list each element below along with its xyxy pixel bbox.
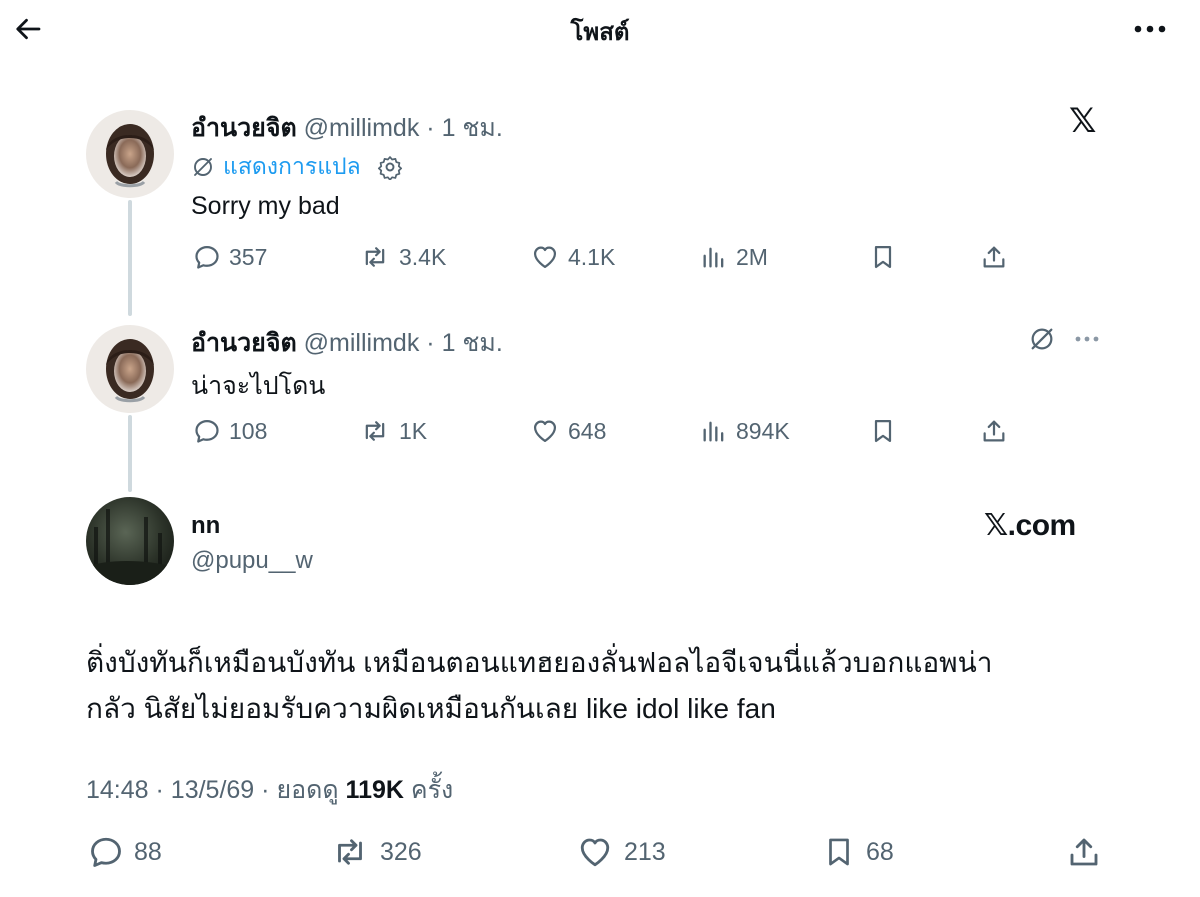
share-upload-icon (980, 417, 1008, 445)
x-logo-icon: 𝕏 (1069, 102, 1097, 140)
post-date[interactable]: 13/5/69 (171, 776, 254, 804)
display-name[interactable]: nn (191, 512, 220, 540)
repost-count: 326 (380, 837, 422, 866)
separator-dot: · (426, 329, 435, 357)
reply-bubble-icon (193, 417, 221, 445)
avatar[interactable] (86, 325, 174, 413)
user-handle[interactable]: @millimdk (304, 329, 420, 357)
reply-button[interactable]: 357 (193, 243, 267, 271)
like-count: 648 (568, 417, 607, 444)
views-bars-icon (700, 243, 728, 271)
x-com-logo: 𝕏.com (984, 509, 1076, 542)
reply-count: 108 (229, 417, 268, 444)
post-time[interactable]: 1 ชม. (442, 329, 503, 357)
reply-bubble-icon (88, 834, 124, 870)
thread-connector (128, 415, 132, 492)
heart-icon (530, 243, 560, 271)
share-upload-icon (980, 243, 1008, 271)
display-name[interactable]: อำนวยจิต (191, 114, 297, 142)
share-button[interactable] (980, 243, 1008, 271)
views-button[interactable]: 2M (700, 243, 768, 271)
reply-count: 88 (134, 837, 162, 866)
like-count: 4.1K (568, 243, 616, 270)
like-button[interactable]: 648 (530, 417, 606, 445)
avatar[interactable] (86, 110, 174, 198)
display-name[interactable]: อำนวยจิต (191, 329, 297, 357)
heart-icon (576, 834, 614, 870)
translate-label[interactable]: แสดงการแปล (223, 149, 361, 185)
repost-icon (359, 243, 391, 271)
bookmark-icon (869, 417, 897, 445)
tweet-text: Sorry my bad (191, 192, 340, 220)
user-handle[interactable]: @millimdk (304, 114, 420, 142)
more-horizontal-icon[interactable] (1074, 335, 1100, 343)
views-button[interactable]: 894K (700, 417, 790, 445)
post-text: ติ่งบังทันก็เหมือนบังทัน เหมือนตอนแทฮยอง… (86, 640, 1086, 732)
separator-dot: · (261, 776, 270, 804)
repost-button[interactable]: 1K (359, 417, 427, 445)
repost-count: 1K (399, 417, 428, 444)
reply-count: 357 (229, 243, 268, 270)
separator-dot: · (426, 114, 435, 142)
more-horizontal-icon (1134, 25, 1166, 33)
post-text-line: ติ่งบังทันก็เหมือนบังทัน เหมือนตอนแทฮยอง… (86, 647, 993, 678)
separator-dot: · (155, 776, 164, 804)
views-count[interactable]: 119K (346, 776, 404, 804)
bookmark-icon (822, 834, 856, 870)
tweet-text: น่าจะไปโดน (191, 372, 326, 400)
tweet-header: อำนวยจิต @millimdk · 1 ชม. (191, 323, 503, 363)
views-bars-icon (700, 417, 728, 445)
repost-icon (330, 834, 370, 870)
bookmark-button[interactable] (869, 417, 897, 445)
post-time[interactable]: 1 ชม. (442, 114, 503, 142)
post-text-line: กลัว นิสัยไม่ยอมรับความผิดเหมือนกันเลย l… (86, 693, 776, 724)
views-prefix: ยอดดู (276, 776, 339, 804)
bookmark-button[interactable] (869, 243, 897, 271)
thread-connector (128, 200, 132, 316)
view-count: 2M (736, 243, 768, 270)
heart-icon (530, 417, 560, 445)
share-button[interactable] (1066, 834, 1102, 870)
show-translation-link[interactable]: แสดงการแปล (191, 149, 403, 185)
like-button[interactable]: 213 (576, 834, 666, 870)
reply-button[interactable]: 88 (88, 834, 162, 870)
repost-icon (359, 417, 391, 445)
globe-slash-icon[interactable] (1028, 325, 1056, 353)
avatar[interactable] (86, 497, 174, 585)
more-options-button[interactable] (1130, 16, 1170, 42)
like-count: 213 (624, 837, 666, 866)
share-upload-icon (1066, 834, 1102, 870)
view-count: 894K (736, 417, 790, 444)
user-handle[interactable]: @pupu__w (191, 547, 313, 575)
post-time[interactable]: 14:48 (86, 776, 149, 804)
repost-button[interactable]: 326 (330, 834, 422, 870)
reply-bubble-icon (193, 243, 221, 271)
bookmark-button[interactable]: 68 (822, 834, 894, 870)
tweet-header: อำนวยจิต @millimdk · 1 ชม. (191, 108, 503, 148)
like-button[interactable]: 4.1K (530, 243, 615, 271)
globe-slash-icon (191, 155, 215, 179)
share-button[interactable] (980, 417, 1008, 445)
bookmark-icon (869, 243, 897, 271)
gear-icon[interactable] (377, 154, 403, 180)
post-meta: 14:48 · 13/5/69 · ยอดดู 119K ครั้ง (86, 770, 453, 810)
page-title: โพสต์ (570, 19, 630, 46)
views-suffix: ครั้ง (410, 776, 454, 804)
bookmark-count: 68 (866, 837, 894, 866)
repost-button[interactable]: 3.4K (359, 243, 446, 271)
repost-count: 3.4K (399, 243, 447, 270)
reply-button[interactable]: 108 (193, 417, 267, 445)
